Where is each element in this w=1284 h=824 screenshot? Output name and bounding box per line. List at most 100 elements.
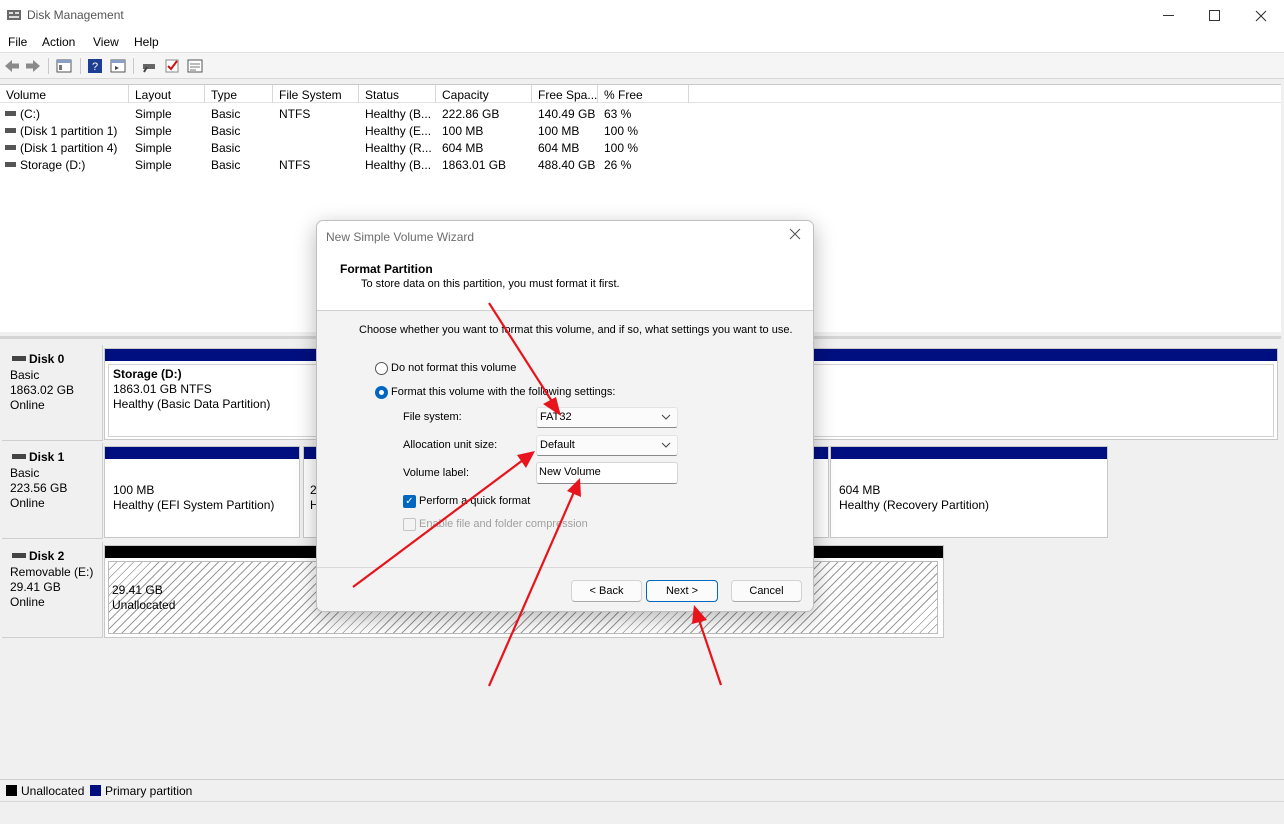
menu-help[interactable]: Help: [134, 35, 159, 49]
menu-action[interactable]: Action: [42, 35, 75, 49]
volume-icon: [5, 145, 16, 150]
cell-type: Basic: [211, 107, 241, 121]
partition-status: Healthy (EFI System Partition): [113, 498, 275, 512]
minimize-icon[interactable]: [1146, 0, 1192, 31]
disk-1-label[interactable]: Disk 1 Basic 223.56 GB Online: [2, 443, 103, 539]
cell-volume: Storage (D:): [20, 158, 86, 172]
wizard-instruction: Choose whether you want to format this v…: [359, 324, 793, 336]
column-header-capacity[interactable]: Capacity: [442, 88, 489, 102]
disk-size: 29.41 GB: [10, 580, 61, 594]
partition-efi[interactable]: 100 MB Healthy (EFI System Partition): [104, 446, 300, 538]
disk-type: Basic: [10, 368, 40, 382]
back-button[interactable]: < Back: [571, 580, 642, 602]
disk-name: Disk 1: [29, 450, 65, 464]
disk-0-label[interactable]: Disk 0 Basic 1863.02 GB Online: [2, 345, 103, 441]
toolbar-separator: [48, 58, 49, 74]
close-icon[interactable]: [789, 227, 801, 244]
quick-format-checkbox[interactable]: ✓: [403, 495, 416, 508]
partition-size: 1863.01 GB NTFS: [113, 382, 212, 396]
cell-capacity: 100 MB: [442, 124, 484, 138]
disk-state: Online: [10, 398, 45, 412]
partition-status: Healthy (Recovery Partition): [839, 498, 990, 512]
cell-percent-free: 26 %: [604, 158, 632, 172]
menu-view[interactable]: View: [93, 35, 119, 49]
disk-type: Basic: [10, 466, 40, 480]
close-icon[interactable]: [1238, 0, 1284, 31]
file-system-dropdown[interactable]: FAT32: [536, 407, 678, 428]
back-arrow-icon[interactable]: [4, 58, 20, 74]
file-system-value: FAT32: [540, 411, 572, 423]
svg-text:?: ?: [92, 61, 98, 73]
wizard-title: New Simple Volume Wizard: [326, 230, 475, 244]
disk-name: Disk 2: [29, 549, 65, 563]
details-icon[interactable]: [187, 58, 203, 74]
cell-capacity: 1863.01 GB: [442, 158, 507, 172]
forward-arrow-icon[interactable]: [25, 58, 41, 74]
disk-2-label[interactable]: Disk 2 Removable (E:) 29.41 GB Online: [2, 542, 103, 638]
table-row[interactable]: (C:) Simple Basic NTFS Healthy (B... 222…: [0, 105, 1281, 122]
table-row[interactable]: (Disk 1 partition 4) Simple Basic Health…: [0, 139, 1281, 156]
cell-capacity: 222.86 GB: [442, 107, 500, 121]
partition-header: [831, 447, 1107, 459]
column-header-percent-free[interactable]: % Free: [604, 88, 643, 102]
help-icon[interactable]: ?: [87, 58, 103, 74]
quick-format-label[interactable]: Perform a quick format: [419, 495, 530, 507]
volume-label-input[interactable]: New Volume: [536, 462, 678, 484]
console-tree-icon[interactable]: [56, 58, 72, 74]
column-header-status[interactable]: Status: [365, 88, 399, 102]
disk-state: Online: [10, 496, 45, 510]
no-format-radio[interactable]: [375, 362, 388, 375]
partition-size: 604 MB: [839, 483, 881, 497]
cell-capacity: 604 MB: [442, 141, 484, 155]
disk-management-icon: [7, 10, 21, 20]
rescan-icon[interactable]: [141, 58, 157, 74]
list-header: Volume Layout Type File System Status Ca…: [0, 85, 1281, 103]
menu-file[interactable]: File: [8, 35, 27, 49]
disk-icon: [12, 356, 26, 361]
maximize-icon[interactable]: [1192, 0, 1238, 31]
format-radio[interactable]: [375, 386, 388, 399]
toolbar: ?: [0, 53, 1284, 79]
column-header-filesystem[interactable]: File System: [279, 88, 342, 102]
column-header-free-space[interactable]: Free Spa...: [538, 88, 597, 102]
cell-percent-free: 63 %: [604, 107, 632, 121]
column-header-type[interactable]: Type: [211, 88, 237, 102]
column-header-volume[interactable]: Volume: [6, 88, 46, 102]
no-format-label[interactable]: Do not format this volume: [391, 362, 516, 374]
window-title: Disk Management: [27, 8, 124, 22]
cell-free-space: 604 MB: [538, 141, 580, 155]
check-icon[interactable]: [164, 58, 180, 74]
table-row[interactable]: (Disk 1 partition 1) Simple Basic Health…: [0, 122, 1281, 139]
disk-name: Disk 0: [29, 352, 65, 366]
volume-icon: [5, 162, 16, 167]
disk-icon: [12, 454, 26, 459]
cell-status: Healthy (E...: [365, 124, 432, 138]
cancel-button[interactable]: Cancel: [731, 580, 802, 602]
cell-volume: (Disk 1 partition 4): [20, 141, 118, 155]
volume-icon: [5, 128, 16, 133]
disk-size: 223.56 GB: [10, 481, 68, 495]
column-header-layout[interactable]: Layout: [135, 88, 171, 102]
disk-icon: [12, 553, 26, 558]
partition-size: 29.41 GB: [112, 583, 163, 597]
cell-percent-free: 100 %: [604, 124, 639, 138]
partition-status: Unallocated: [112, 598, 176, 612]
partition-title: Storage (D:): [113, 367, 182, 381]
toolbar-separator: [80, 58, 81, 74]
cell-status: Healthy (R...: [365, 141, 432, 155]
disk-state: Online: [10, 595, 45, 609]
cell-layout: Simple: [135, 141, 172, 155]
volume-icon: [5, 111, 16, 116]
next-button[interactable]: Next >: [646, 580, 718, 602]
table-row[interactable]: Storage (D:) Simple Basic NTFS Healthy (…: [0, 156, 1281, 173]
allocation-unit-dropdown[interactable]: Default: [536, 435, 678, 456]
properties-icon[interactable]: [110, 58, 126, 74]
chevron-down-icon: [661, 442, 671, 448]
wizard-header: New Simple Volume Wizard Format Partitio…: [317, 221, 813, 311]
volume-label-label: Volume label:: [403, 467, 470, 479]
format-label[interactable]: Format this volume with the following se…: [391, 386, 615, 398]
allocation-unit-value: Default: [540, 439, 575, 451]
cell-filesystem: NTFS: [279, 107, 311, 121]
partition-recovery[interactable]: 604 MB Healthy (Recovery Partition): [830, 446, 1108, 538]
new-simple-volume-wizard: New Simple Volume Wizard Format Partitio…: [316, 220, 814, 612]
